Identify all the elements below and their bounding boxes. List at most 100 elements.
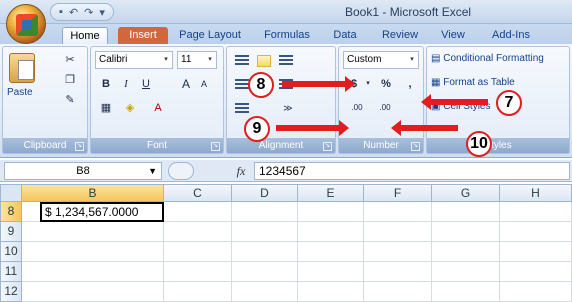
row-header-12[interactable]: 12 xyxy=(0,282,22,302)
paste-button[interactable]: Paste xyxy=(7,87,33,98)
middle-align-icon[interactable] xyxy=(257,55,271,67)
row-header-11[interactable]: 11 xyxy=(0,262,22,282)
wrap-text-icon[interactable] xyxy=(279,55,293,67)
alignment-launcher-icon[interactable]: ↘ xyxy=(323,142,332,151)
tab-formulas[interactable]: Formulas xyxy=(258,27,316,44)
grid-cell[interactable] xyxy=(232,202,298,222)
redo-icon[interactable]: ↷ xyxy=(84,6,93,19)
grid-cell[interactable] xyxy=(500,262,572,282)
conditional-formatting-button[interactable]: ▤ Conditional Formatting xyxy=(431,53,544,64)
conditional-formatting-icon: ▤ xyxy=(431,53,441,64)
chevron-down-icon[interactable]: ▾ xyxy=(359,75,377,93)
cut-icon[interactable]: ✂ xyxy=(61,51,79,69)
grid-cell[interactable] xyxy=(432,282,500,302)
tab-add-ins[interactable]: Add-Ins xyxy=(486,27,536,44)
grid-cell[interactable] xyxy=(298,202,364,222)
grid-cell[interactable] xyxy=(364,242,432,262)
font-size-select[interactable]: 11 ▾ xyxy=(177,51,217,69)
column-header-c[interactable]: C xyxy=(164,184,232,202)
grid-cell[interactable] xyxy=(164,202,232,222)
grid-cell[interactable] xyxy=(22,222,164,242)
tab-data[interactable]: Data xyxy=(328,27,362,44)
grid-cell[interactable] xyxy=(164,222,232,242)
align-left-icon[interactable] xyxy=(235,79,249,91)
select-all-button[interactable] xyxy=(0,184,22,202)
grid-cell[interactable] xyxy=(432,202,500,222)
grid-cell[interactable] xyxy=(364,262,432,282)
orientation-icon[interactable]: ≫ xyxy=(279,99,297,117)
formula-bar-handle[interactable] xyxy=(168,162,194,180)
paste-icon[interactable] xyxy=(9,53,35,83)
grid-cell[interactable] xyxy=(364,202,432,222)
grid-cell[interactable] xyxy=(500,202,572,222)
column-header-h[interactable]: H xyxy=(500,184,572,202)
italic-button[interactable]: I xyxy=(117,75,135,93)
grid-cell[interactable] xyxy=(22,282,164,302)
customize-qat-icon[interactable]: ▾ xyxy=(99,6,105,19)
format-painter-icon[interactable]: ✎ xyxy=(61,91,79,109)
underline-button[interactable]: U xyxy=(137,75,155,93)
column-header-f[interactable]: F xyxy=(364,184,432,202)
grid-cell[interactable] xyxy=(232,242,298,262)
font-launcher-icon[interactable]: ↘ xyxy=(211,142,220,151)
grid-cell[interactable] xyxy=(500,242,572,262)
column-header-d[interactable]: D xyxy=(232,184,298,202)
grid-cell[interactable] xyxy=(364,222,432,242)
grid-cell[interactable] xyxy=(164,262,232,282)
grid-cell[interactable] xyxy=(432,242,500,262)
grid-cell[interactable] xyxy=(232,262,298,282)
tab-insert[interactable]: Insert xyxy=(118,27,168,44)
number-format-select[interactable]: Custom ▾ xyxy=(343,51,419,69)
decrease-decimal-button[interactable]: .00 xyxy=(373,99,397,117)
column-header-e[interactable]: E xyxy=(298,184,364,202)
formula-input[interactable]: 1234567 xyxy=(254,162,570,180)
column-header-g[interactable]: G xyxy=(432,184,500,202)
tab-home[interactable]: Home xyxy=(62,27,108,44)
grid-cell[interactable] xyxy=(232,282,298,302)
grid-cell[interactable] xyxy=(500,222,572,242)
clipboard-launcher-icon[interactable]: ↘ xyxy=(75,142,84,151)
insert-function-button[interactable]: fx xyxy=(230,162,252,180)
name-box[interactable]: B8 ▼ xyxy=(4,162,162,180)
column-header-b[interactable]: B xyxy=(22,184,164,202)
office-button[interactable] xyxy=(6,4,46,44)
grid-cell[interactable] xyxy=(298,282,364,302)
grid-cell[interactable] xyxy=(298,222,364,242)
decrease-indent-icon[interactable] xyxy=(235,103,249,115)
grid-cell[interactable] xyxy=(164,242,232,262)
number-launcher-icon[interactable]: ↘ xyxy=(411,142,420,151)
font-name-select[interactable]: Calibri ▾ xyxy=(95,51,173,69)
row-header-8[interactable]: 8 xyxy=(0,202,22,222)
row-header-9[interactable]: 9 xyxy=(0,222,22,242)
grid-cell[interactable] xyxy=(500,282,572,302)
grow-font-button[interactable]: A xyxy=(177,75,195,93)
grid-cell[interactable] xyxy=(298,242,364,262)
copy-icon[interactable]: ❐ xyxy=(61,71,79,89)
row-header-10[interactable]: 10 xyxy=(0,242,22,262)
save-icon[interactable]: ▪ xyxy=(59,6,63,18)
format-as-table-button[interactable]: ▦ Format as Table xyxy=(431,77,515,88)
comma-style-button[interactable]: , xyxy=(401,75,419,93)
top-align-icon[interactable] xyxy=(235,55,249,67)
borders-icon[interactable]: ▦ xyxy=(97,99,115,117)
grid-cell[interactable] xyxy=(164,282,232,302)
font-color-button[interactable]: A xyxy=(149,99,167,117)
cell-b8[interactable]: $ 1,234,567.0000 xyxy=(40,202,164,222)
ribbon-tabs: Home Insert Page Layout Formulas Data Re… xyxy=(0,24,572,44)
grid-cell[interactable] xyxy=(22,242,164,262)
bold-button[interactable]: B xyxy=(97,75,115,93)
grid-cell[interactable] xyxy=(432,262,500,282)
grid-cell[interactable] xyxy=(298,262,364,282)
percent-button[interactable]: % xyxy=(377,75,395,93)
tab-review[interactable]: Review xyxy=(378,27,422,44)
fill-color-icon[interactable]: ◈ xyxy=(121,99,139,117)
tab-page-layout[interactable]: Page Layout xyxy=(176,27,244,44)
undo-icon[interactable]: ↶ xyxy=(69,6,78,19)
grid-cell[interactable] xyxy=(432,222,500,242)
tab-view[interactable]: View xyxy=(436,27,470,44)
increase-decimal-button[interactable]: .00 xyxy=(345,99,369,117)
shrink-font-button[interactable]: A xyxy=(195,75,213,93)
grid-cell[interactable] xyxy=(364,282,432,302)
grid-cell[interactable] xyxy=(22,262,164,282)
grid-cell[interactable] xyxy=(232,222,298,242)
